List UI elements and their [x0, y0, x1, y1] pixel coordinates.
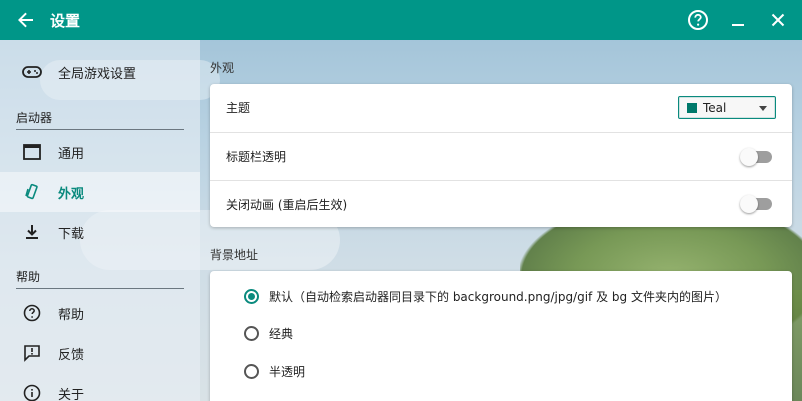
- disable-animation-toggle[interactable]: [740, 195, 772, 213]
- background-card: 默认（自动检索启动器同目录下的 background.png/jpg/gif 及…: [210, 271, 792, 401]
- toggle-knob: [740, 148, 758, 166]
- sidebar-section-help: 帮助: [16, 268, 184, 289]
- minimize-icon: [732, 24, 744, 26]
- background-option-default[interactable]: 默认（自动检索启动器同目录下的 background.png/jpg/gif 及…: [210, 278, 792, 315]
- close-icon: [771, 13, 785, 27]
- window-title: 设置: [50, 11, 81, 30]
- disable-animation-row: 关闭动画 (重启后生效): [210, 181, 792, 228]
- gamepad-icon: [22, 62, 42, 82]
- transparent-titlebar-row: 标题栏透明: [210, 133, 792, 180]
- theme-select[interactable]: Teal: [678, 96, 776, 119]
- transparent-titlebar-toggle[interactable]: [740, 148, 772, 166]
- radio-button[interactable]: [244, 326, 259, 341]
- appearance-section-label: 外观: [210, 61, 235, 75]
- window-icon: [22, 142, 42, 162]
- download-icon: [22, 222, 42, 242]
- sidebar-item-label: 反馈: [58, 347, 85, 363]
- palette-icon: [22, 182, 42, 202]
- disable-animation-label: 关闭动画 (重启后生效): [226, 198, 348, 212]
- sidebar-item-label: 全局游戏设置: [58, 66, 137, 82]
- sidebar-section-launcher: 启动器: [16, 109, 184, 130]
- help-circle-icon: [688, 10, 708, 30]
- background-section-label: 背景地址: [210, 248, 259, 262]
- theme-row: 主题 Teal: [210, 84, 792, 131]
- sidebar-item-download[interactable]: 下载: [0, 212, 200, 252]
- radio-button-selected[interactable]: [244, 289, 259, 304]
- sidebar-item-general[interactable]: 通用: [0, 132, 200, 172]
- sidebar-item-appearance[interactable]: 外观: [0, 172, 200, 212]
- theme-select-value: Teal: [703, 100, 727, 115]
- sidebar: 全局游戏设置 启动器 通用 外观 下载 帮助 帮助 反馈 关于: [0, 40, 200, 401]
- sidebar-item-help[interactable]: 帮助: [0, 293, 200, 333]
- theme-color-swatch: [687, 102, 697, 113]
- background-option-translucent[interactable]: 半透明: [210, 353, 792, 390]
- back-button[interactable]: [6, 0, 46, 40]
- radio-label: 经典: [269, 327, 294, 341]
- sidebar-item-label: 关于: [58, 387, 85, 401]
- chevron-down-icon: [759, 106, 767, 111]
- theme-label: 主题: [226, 101, 251, 115]
- sidebar-item-feedback[interactable]: 反馈: [0, 333, 200, 373]
- sidebar-item-label: 外观: [58, 186, 85, 202]
- info-icon: [22, 383, 42, 401]
- transparent-titlebar-label: 标题栏透明: [226, 150, 287, 164]
- radio-button[interactable]: [244, 364, 259, 379]
- sidebar-item-label: 通用: [58, 146, 85, 162]
- sidebar-item-about[interactable]: 关于: [0, 373, 200, 401]
- minimize-button[interactable]: [718, 0, 758, 40]
- sidebar-item-label: 帮助: [58, 307, 85, 323]
- arrow-left-icon: [18, 12, 33, 28]
- background-option-classic[interactable]: 经典: [210, 315, 792, 352]
- help-icon: [22, 303, 42, 323]
- radio-label: 默认（自动检索启动器同目录下的 background.png/jpg/gif 及…: [269, 290, 727, 304]
- close-button[interactable]: [758, 0, 798, 40]
- help-button[interactable]: [678, 0, 718, 40]
- sidebar-item-label: 下载: [58, 226, 85, 242]
- toggle-knob: [740, 195, 758, 213]
- title-bar: 设置: [0, 0, 802, 40]
- appearance-card: 主题 Teal 标题栏透明 关闭动画 (重启后生效): [210, 84, 792, 227]
- sidebar-item-global-game-settings[interactable]: 全局游戏设置: [0, 52, 200, 92]
- radio-label: 半透明: [269, 365, 306, 379]
- feedback-icon: [22, 343, 42, 363]
